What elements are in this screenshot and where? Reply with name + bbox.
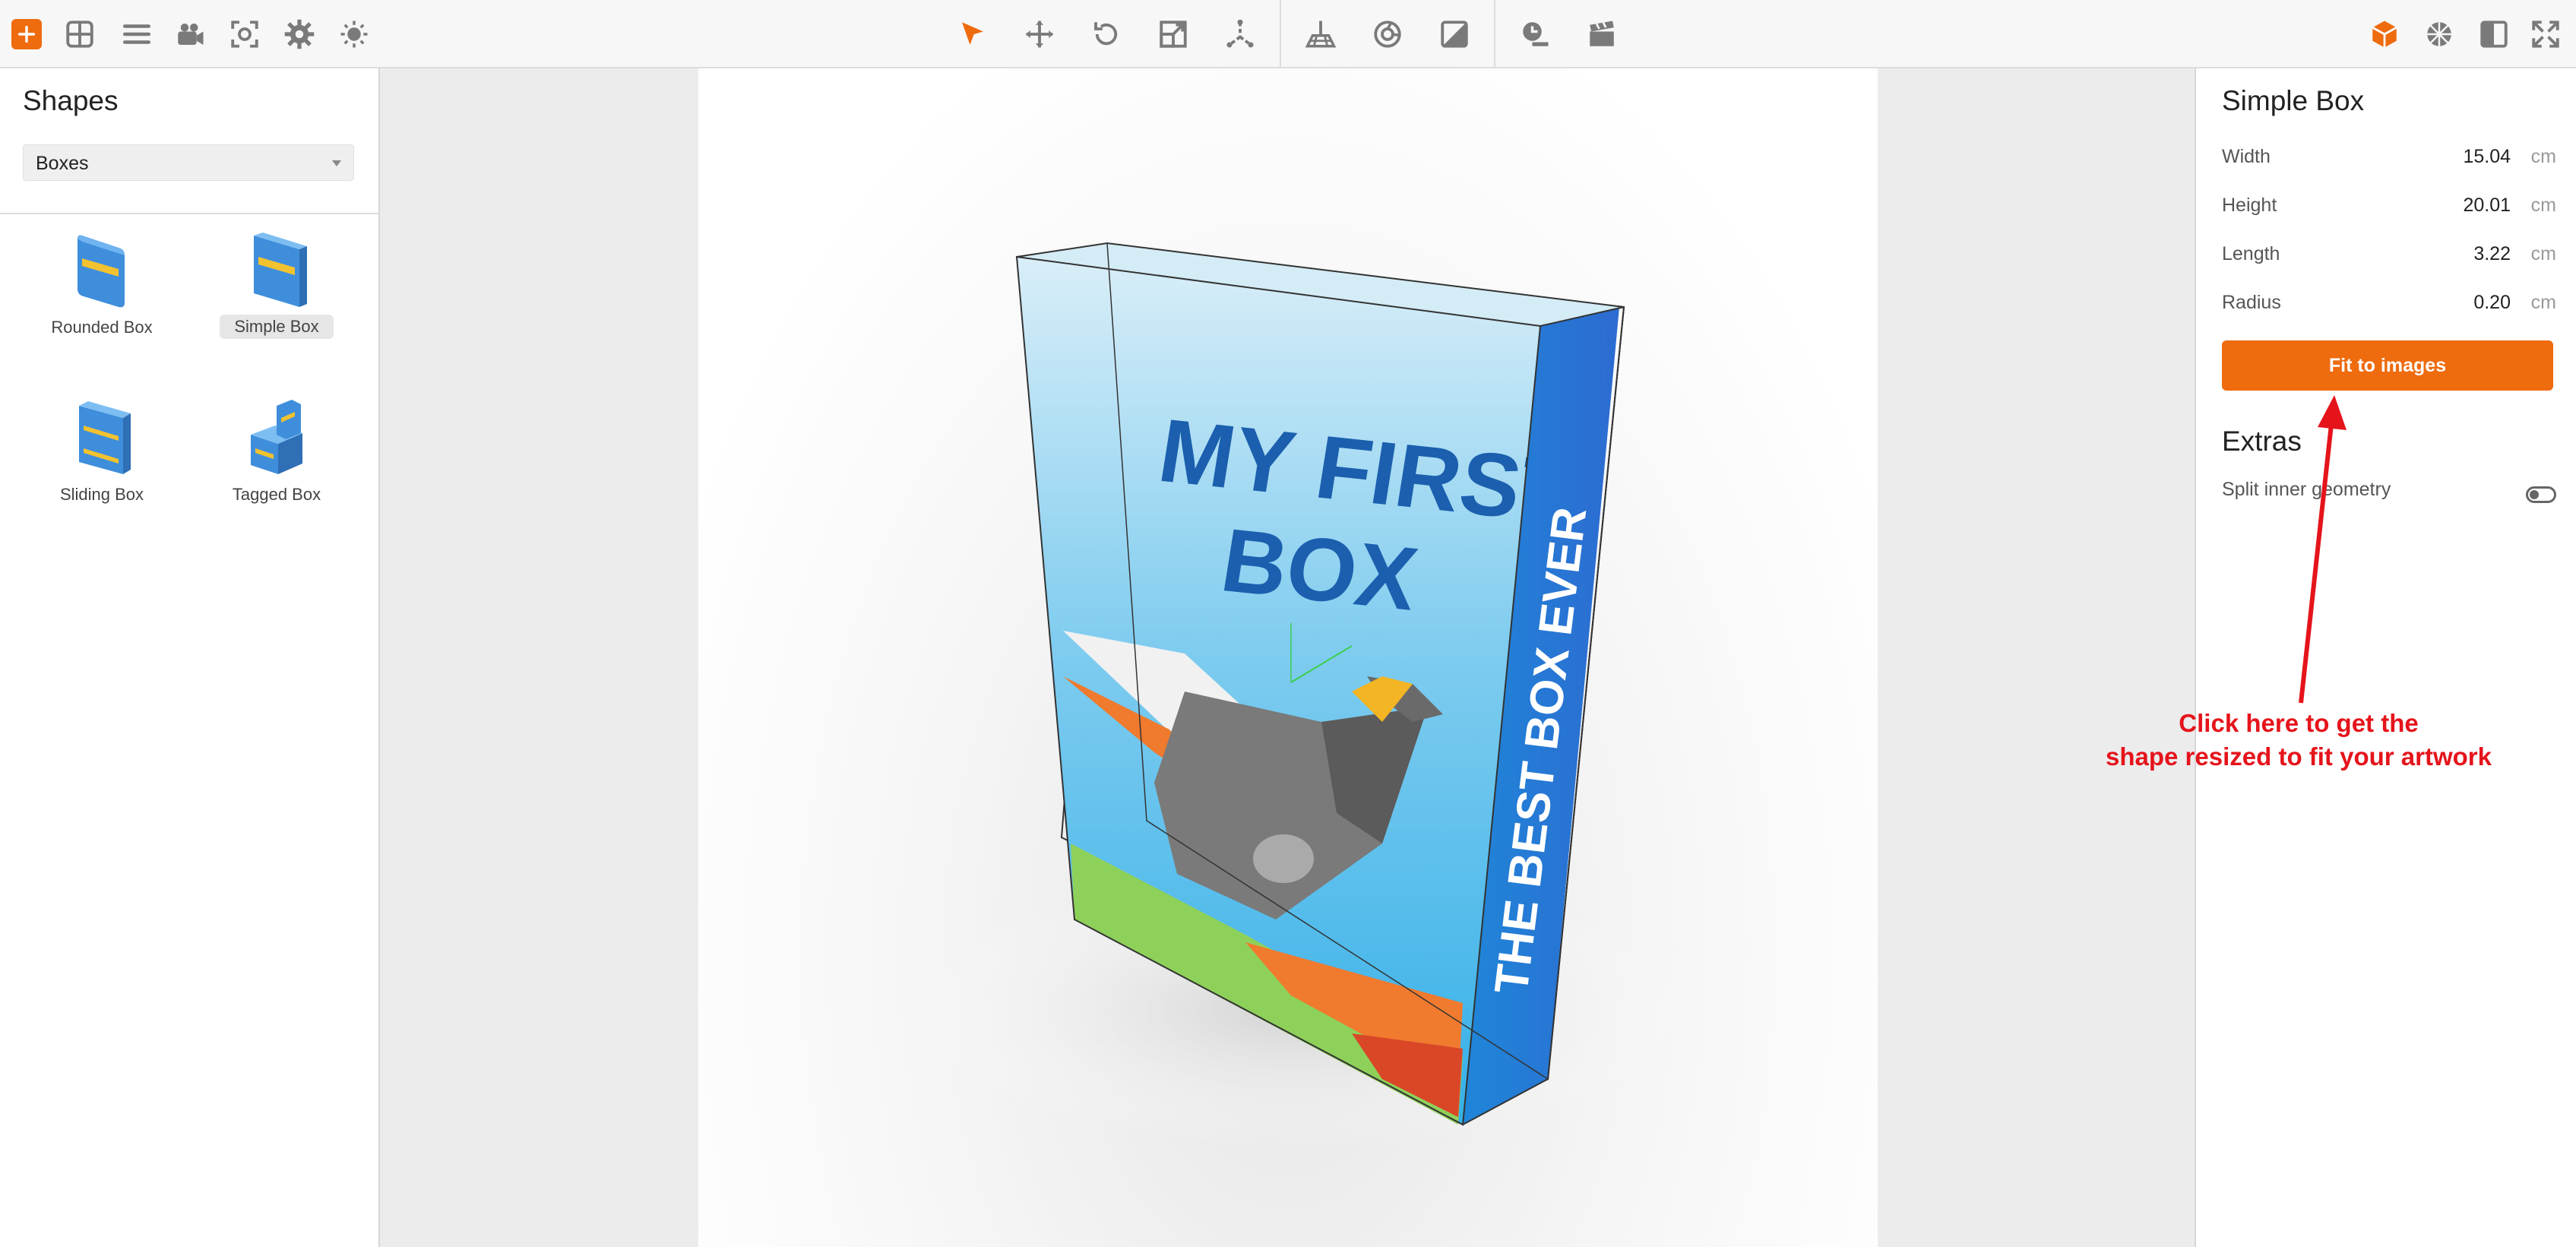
grid-view-button[interactable] — [57, 11, 103, 57]
shape-label: Simple Box — [220, 315, 334, 339]
3d-viewport[interactable]: MY FIRST BOX THE BEST BOX EVER — [380, 68, 2195, 1247]
properties-panel-title: Simple Box — [2222, 85, 2365, 116]
toolbar-divider — [1280, 0, 1281, 68]
focus-icon — [231, 21, 258, 48]
light-icon — [340, 21, 368, 48]
radius-value-input[interactable]: 0.20 — [2473, 292, 2511, 314]
move-tool-button[interactable] — [1017, 11, 1062, 57]
annotation-callout: Click here to get the shape resized to f… — [2067, 707, 2530, 774]
property-row-length: Length 3.22 cm — [2222, 239, 2556, 269]
settings-button[interactable] — [277, 11, 322, 57]
add-icon — [17, 25, 36, 43]
property-row-height: Height 20.01 cm — [2222, 190, 2556, 220]
select-tool-button[interactable] — [950, 11, 995, 57]
sliding-box-icon — [79, 401, 131, 474]
add-shape-button[interactable] — [11, 19, 42, 49]
scene-mode-button[interactable] — [2416, 11, 2462, 57]
lighting-button[interactable] — [331, 11, 377, 57]
properties-panel: Simple Box Width 15.04 cm Height 20.01 c… — [2195, 68, 2576, 1247]
simple-box-icon — [254, 233, 307, 307]
panel-layout-icon — [2480, 21, 2508, 48]
object-mode-button[interactable] — [2362, 11, 2407, 57]
clapperboard-icon — [1590, 21, 1614, 46]
ball-icon — [2427, 22, 2451, 46]
property-label: Radius — [2222, 292, 2281, 313]
time-icon — [1523, 22, 1549, 46]
property-unit: cm — [2530, 243, 2556, 264]
shape-category-select[interactable]: Boxes — [23, 144, 354, 181]
panel-layout-button[interactable] — [2471, 11, 2517, 57]
shape-item-simple-box[interactable]: Simple Box — [201, 228, 353, 380]
floor-grid-icon — [1305, 21, 1337, 48]
fit-to-images-button[interactable]: Fit to images — [2222, 340, 2553, 391]
grid-icon — [66, 21, 93, 48]
panel-divider — [0, 213, 380, 214]
shape-label: Rounded Box — [51, 318, 153, 337]
move-icon — [1026, 21, 1053, 48]
box-icon — [2372, 21, 2397, 48]
shapes-panel-title: Shapes — [23, 85, 119, 116]
property-unit: cm — [2530, 292, 2556, 313]
property-label: Width — [2222, 146, 2271, 167]
rounded-box-icon — [78, 235, 125, 308]
scale-tool-button[interactable] — [1150, 11, 1196, 57]
gear-icon — [284, 19, 315, 49]
shape-label: Sliding Box — [59, 485, 144, 504]
render-canvas[interactable]: MY FIRST BOX THE BEST BOX EVER — [698, 68, 1878, 1247]
extras-title: Extras — [2222, 426, 2302, 457]
toolbar-divider — [1494, 0, 1495, 68]
rotate-tool-button[interactable] — [1084, 11, 1129, 57]
height-value-input[interactable]: 20.01 — [2463, 195, 2511, 217]
fullscreen-icon — [2532, 21, 2559, 48]
split-inner-geometry-toggle[interactable] — [2526, 486, 2556, 503]
length-value-input[interactable]: 3.22 — [2473, 243, 2511, 265]
focus-button[interactable] — [222, 11, 267, 57]
property-row-width: Width 15.04 cm — [2222, 141, 2556, 172]
property-row-radius: Radius 0.20 cm — [2222, 287, 2556, 318]
shape-item-sliding-box[interactable]: Sliding Box — [26, 395, 178, 547]
timeline-button[interactable] — [1512, 11, 1558, 57]
material-button[interactable] — [1365, 11, 1410, 57]
property-label: Length — [2222, 243, 2280, 264]
bird-eye-detail — [1253, 834, 1314, 883]
annotation-line-2: shape resized to fit your artwork — [2106, 742, 2492, 771]
box-3d-render: MY FIRST BOX THE BEST BOX EVER — [903, 242, 1694, 1147]
camera-icon — [178, 24, 204, 45]
axes-icon — [1226, 19, 1254, 48]
width-value-input[interactable]: 15.04 — [2463, 146, 2511, 168]
floor-button[interactable] — [1298, 11, 1343, 57]
shape-label: Tagged Box — [232, 485, 321, 504]
property-label: Height — [2222, 195, 2277, 216]
top-toolbar — [0, 0, 2576, 68]
annotation-line-1: Click here to get the — [2179, 709, 2419, 737]
scale-icon — [1160, 21, 1187, 48]
gradient-icon — [1441, 21, 1468, 48]
animation-button[interactable] — [1579, 11, 1625, 57]
axes-tool-button[interactable] — [1217, 11, 1263, 57]
box-front-title-line2: BOX — [1215, 510, 1424, 629]
fullscreen-button[interactable] — [2523, 11, 2568, 57]
list-icon — [122, 24, 151, 44]
camera-button[interactable] — [167, 11, 213, 57]
split-inner-geometry-row: Split inner geometry — [2222, 479, 2556, 509]
shape-category-value: Boxes — [36, 153, 89, 174]
split-inner-geometry-label: Split inner geometry — [2222, 479, 2391, 500]
shapes-panel: Shapes Boxes Rounded Box Simple Box Slid… — [0, 68, 380, 1247]
shape-item-tagged-box[interactable]: Tagged Box — [201, 395, 353, 547]
shape-item-rounded-box[interactable]: Rounded Box — [26, 228, 178, 380]
select-arrow-icon — [962, 22, 983, 45]
gradient-button[interactable] — [1432, 11, 1477, 57]
list-view-button[interactable] — [114, 11, 160, 57]
chevron-down-icon — [332, 160, 341, 166]
tagged-box-icon — [251, 400, 302, 474]
property-unit: cm — [2530, 195, 2556, 216]
toggle-knob — [2530, 490, 2539, 499]
property-unit: cm — [2530, 146, 2556, 167]
rotate-icon — [1094, 22, 1118, 46]
material-icon — [1374, 21, 1401, 48]
